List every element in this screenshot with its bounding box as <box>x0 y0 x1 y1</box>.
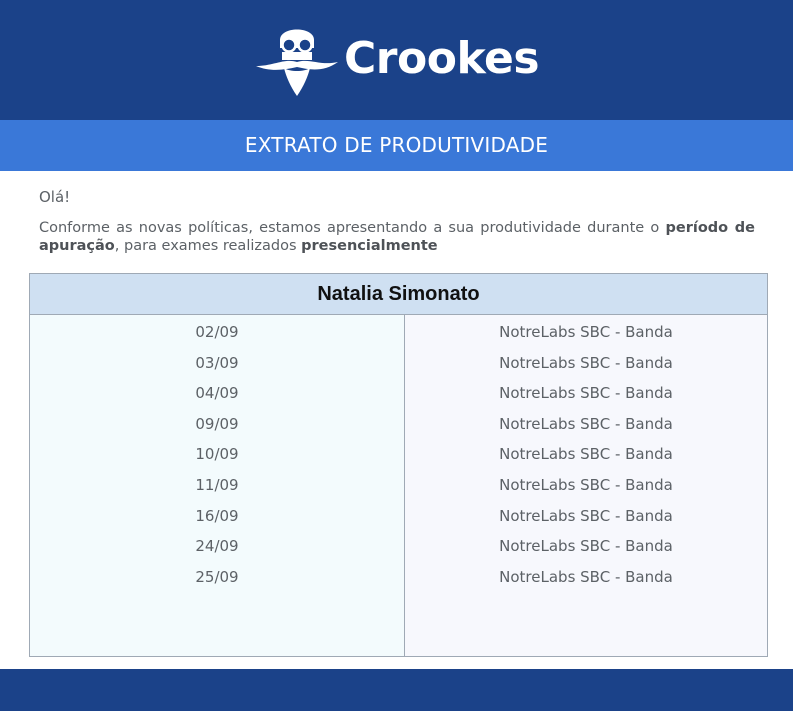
professor-glasses-beard-icon <box>256 29 338 96</box>
table-row-date: 16/09 <box>195 506 239 525</box>
table-row-date: 10/09 <box>195 445 239 464</box>
table-row-date: 04/09 <box>195 384 239 403</box>
page-title-banner: EXTRATO DE PRODUTIVIDADE <box>0 120 793 171</box>
greeting-text: Olá! <box>39 188 71 206</box>
table-row-date: 24/09 <box>195 537 239 556</box>
table-row-date: 02/09 <box>195 323 239 341</box>
brand-name: Crookes <box>344 32 540 84</box>
table-person-name: Natalia Simonato <box>30 274 767 315</box>
locations-column: NotreLabs SBC - Banda NotreLabs SBC - Ba… <box>405 315 767 656</box>
intro-text-1: Conforme as novas políticas, estamos apr… <box>39 220 666 236</box>
table-row-location: NotreLabs SBC - Banda <box>499 445 673 464</box>
email-footer <box>0 669 793 711</box>
brand-logo: Crookes <box>254 20 540 100</box>
table-row-location: NotreLabs SBC - Banda <box>499 323 673 341</box>
table-row-date: 25/09 <box>195 567 239 586</box>
table-row-date: 03/09 <box>195 353 239 372</box>
table-row-location: NotreLabs SBC - Banda <box>499 475 673 494</box>
email-header: Crookes <box>0 0 793 120</box>
table-row-date: 11/09 <box>195 475 239 494</box>
table-row-location: NotreLabs SBC - Banda <box>499 353 673 372</box>
table-row-location: NotreLabs SBC - Banda <box>499 506 673 525</box>
intro-text-2: , para exames realizados <box>114 238 302 254</box>
table-row-location: NotreLabs SBC - Banda <box>499 537 673 556</box>
table-row-location: NotreLabs SBC - Banda <box>499 414 673 433</box>
intro-bold-mode: presencialmente <box>301 238 438 254</box>
productivity-table: Natalia Simonato 02/09 03/09 04/09 09/09… <box>29 273 768 657</box>
table-row-date: 09/09 <box>195 414 239 433</box>
intro-paragraph: Conforme as novas políticas, estamos apr… <box>39 219 755 255</box>
table-row-location: NotreLabs SBC - Banda <box>499 384 673 403</box>
table-row-location: NotreLabs SBC - Banda <box>499 567 673 586</box>
dates-column: 02/09 03/09 04/09 09/09 10/09 11/09 16/0… <box>30 315 405 656</box>
